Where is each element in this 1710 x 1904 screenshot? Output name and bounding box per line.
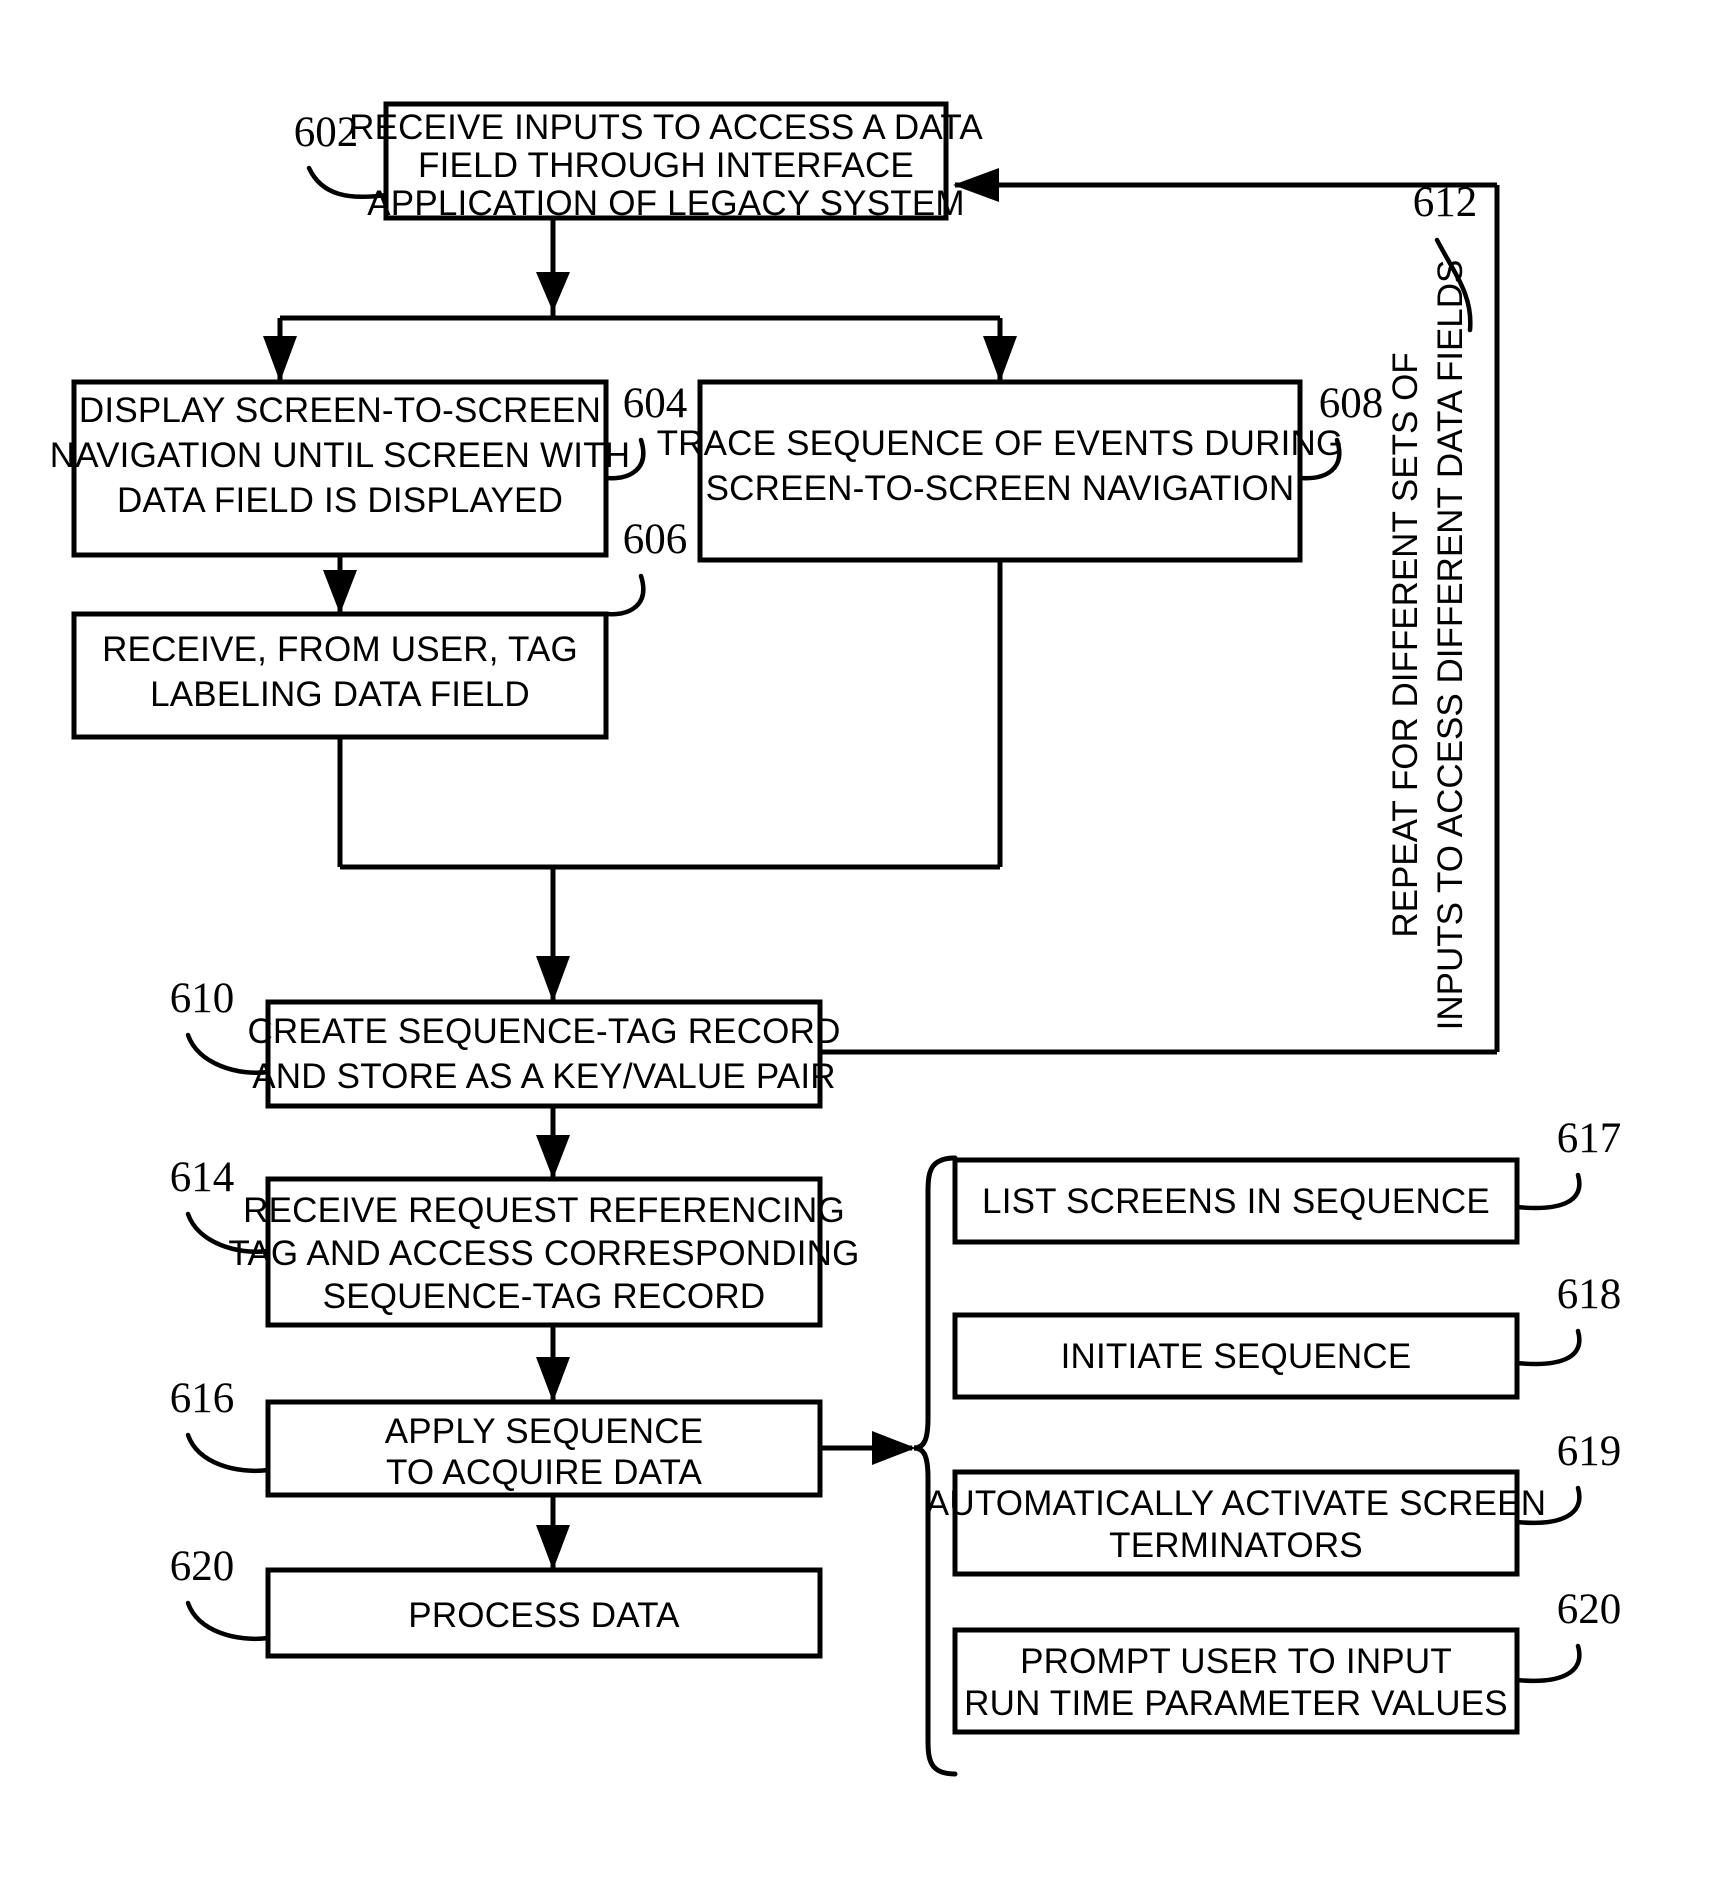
svg-text:PROCESS DATA: PROCESS DATA — [408, 1596, 680, 1635]
svg-text:620: 620 — [170, 1543, 235, 1590]
svg-text:606: 606 — [623, 516, 688, 563]
svg-text:SEQUENCE-TAG RECORD: SEQUENCE-TAG RECORD — [323, 1277, 766, 1316]
svg-text:TRACE SEQUENCE OF EVENTS DURIN: TRACE SEQUENCE OF EVENTS DURING — [657, 424, 1344, 463]
svg-text:TO ACQUIRE DATA: TO ACQUIRE DATA — [386, 1453, 703, 1492]
svg-text:TERMINATORS: TERMINATORS — [1109, 1526, 1363, 1565]
ref-label-616: 616 — [170, 1375, 271, 1474]
svg-text:604: 604 — [623, 380, 688, 427]
box-617-text: LIST SCREENS IN SEQUENCE — [982, 1182, 1490, 1221]
ref-label-606: 606 — [603, 516, 688, 617]
box-620-text: PROCESS DATA — [408, 1596, 680, 1635]
ref-label-620: 620 — [170, 1543, 271, 1642]
connector-610-to-614 — [536, 1106, 570, 1179]
connector-602-to-bus — [536, 218, 570, 318]
connector-split-bus — [263, 315, 1017, 382]
svg-text:PROMPT USER TO INPUT: PROMPT USER TO INPUT — [1020, 1642, 1452, 1681]
flowchart-diagram: RECEIVE INPUTS TO ACCESS A DATA FIELD TH… — [50, 101, 1622, 1777]
svg-text:SCREEN-TO-SCREEN NAVIGATION: SCREEN-TO-SCREEN NAVIGATION — [706, 469, 1295, 508]
feedback-loop-annotation: REPEAT FOR DIFFERENT SETS OF INPUTS TO A… — [1386, 260, 1470, 1031]
connector-608-to-merge — [553, 560, 1003, 870]
svg-text:NAVIGATION UNTIL SCREEN WITH: NAVIGATION UNTIL SCREEN WITH — [50, 436, 631, 475]
svg-text:APPLICATION OF LEGACY SYSTEM: APPLICATION OF LEGACY SYSTEM — [367, 184, 965, 223]
svg-text:INITIATE SEQUENCE: INITIATE SEQUENCE — [1061, 1337, 1412, 1376]
svg-text:REPEAT FOR DIFFERENT SETS OF: REPEAT FOR DIFFERENT SETS OF — [1386, 352, 1425, 937]
svg-text:614: 614 — [170, 1154, 235, 1201]
ref-label-620-right: 620 — [1514, 1586, 1622, 1684]
ref-label-618: 618 — [1514, 1271, 1622, 1367]
svg-text:617: 617 — [1557, 1115, 1622, 1162]
svg-text:DATA FIELD IS DISPLAYED: DATA FIELD IS DISPLAYED — [117, 481, 563, 520]
svg-text:RECEIVE, FROM USER, TAG: RECEIVE, FROM USER, TAG — [102, 630, 578, 669]
svg-text:LIST SCREENS IN SEQUENCE: LIST SCREENS IN SEQUENCE — [982, 1182, 1490, 1221]
box-604-text: DISPLAY SCREEN-TO-SCREEN NAVIGATION UNTI… — [50, 391, 631, 520]
svg-text:LABELING DATA FIELD: LABELING DATA FIELD — [150, 675, 530, 714]
svg-text:CREATE SEQUENCE-TAG RECORD: CREATE SEQUENCE-TAG RECORD — [247, 1012, 840, 1051]
connector-604-to-606 — [323, 555, 357, 614]
svg-text:620: 620 — [1557, 1586, 1622, 1633]
ref-label-617: 617 — [1514, 1115, 1622, 1211]
svg-text:612: 612 — [1413, 179, 1478, 226]
svg-text:TAG AND ACCESS CORRESPONDING: TAG AND ACCESS CORRESPONDING — [228, 1234, 859, 1273]
svg-text:616: 616 — [170, 1375, 235, 1422]
patent-figure-canvas: RECEIVE INPUTS TO ACCESS A DATA FIELD TH… — [0, 0, 1710, 1904]
svg-text:619: 619 — [1557, 1428, 1622, 1475]
svg-text:DISPLAY SCREEN-TO-SCREEN: DISPLAY SCREEN-TO-SCREEN — [79, 391, 601, 430]
svg-text:AUTOMATICALLY ACTIVATE SCREEN: AUTOMATICALLY ACTIVATE SCREEN — [926, 1484, 1546, 1523]
svg-text:608: 608 — [1319, 380, 1384, 427]
svg-text:APPLY SEQUENCE: APPLY SEQUENCE — [385, 1412, 704, 1451]
svg-text:610: 610 — [170, 975, 235, 1022]
box-614-text: RECEIVE REQUEST REFERENCING TAG AND ACCE… — [228, 1191, 859, 1316]
box-602-text: RECEIVE INPUTS TO ACCESS A DATA FIELD TH… — [349, 108, 983, 223]
svg-text:FIELD THROUGH INTERFACE: FIELD THROUGH INTERFACE — [418, 146, 914, 185]
svg-text:RECEIVE REQUEST REFERENCING: RECEIVE REQUEST REFERENCING — [243, 1191, 845, 1230]
connector-merge-to-610 — [536, 867, 570, 1002]
connector-606-to-merge — [337, 737, 553, 870]
right-column-brace — [913, 1155, 958, 1777]
svg-text:INPUTS TO ACCESS DIFFERENT DAT: INPUTS TO ACCESS DIFFERENT DATA FIELDS — [1431, 260, 1470, 1031]
svg-text:AND STORE AS A KEY/VALUE PAIR: AND STORE AS A KEY/VALUE PAIR — [252, 1057, 836, 1096]
connector-616-to-620 — [536, 1495, 570, 1570]
svg-text:602: 602 — [294, 109, 359, 156]
svg-text:618: 618 — [1557, 1271, 1622, 1318]
svg-text:RECEIVE INPUTS TO ACCESS A DAT: RECEIVE INPUTS TO ACCESS A DATA — [349, 108, 983, 147]
svg-text:RUN TIME PARAMETER VALUES: RUN TIME PARAMETER VALUES — [964, 1684, 1508, 1723]
box-618-text: INITIATE SEQUENCE — [1061, 1337, 1412, 1376]
connector-614-to-616 — [536, 1325, 570, 1402]
connector-616-to-brace — [820, 1431, 916, 1465]
